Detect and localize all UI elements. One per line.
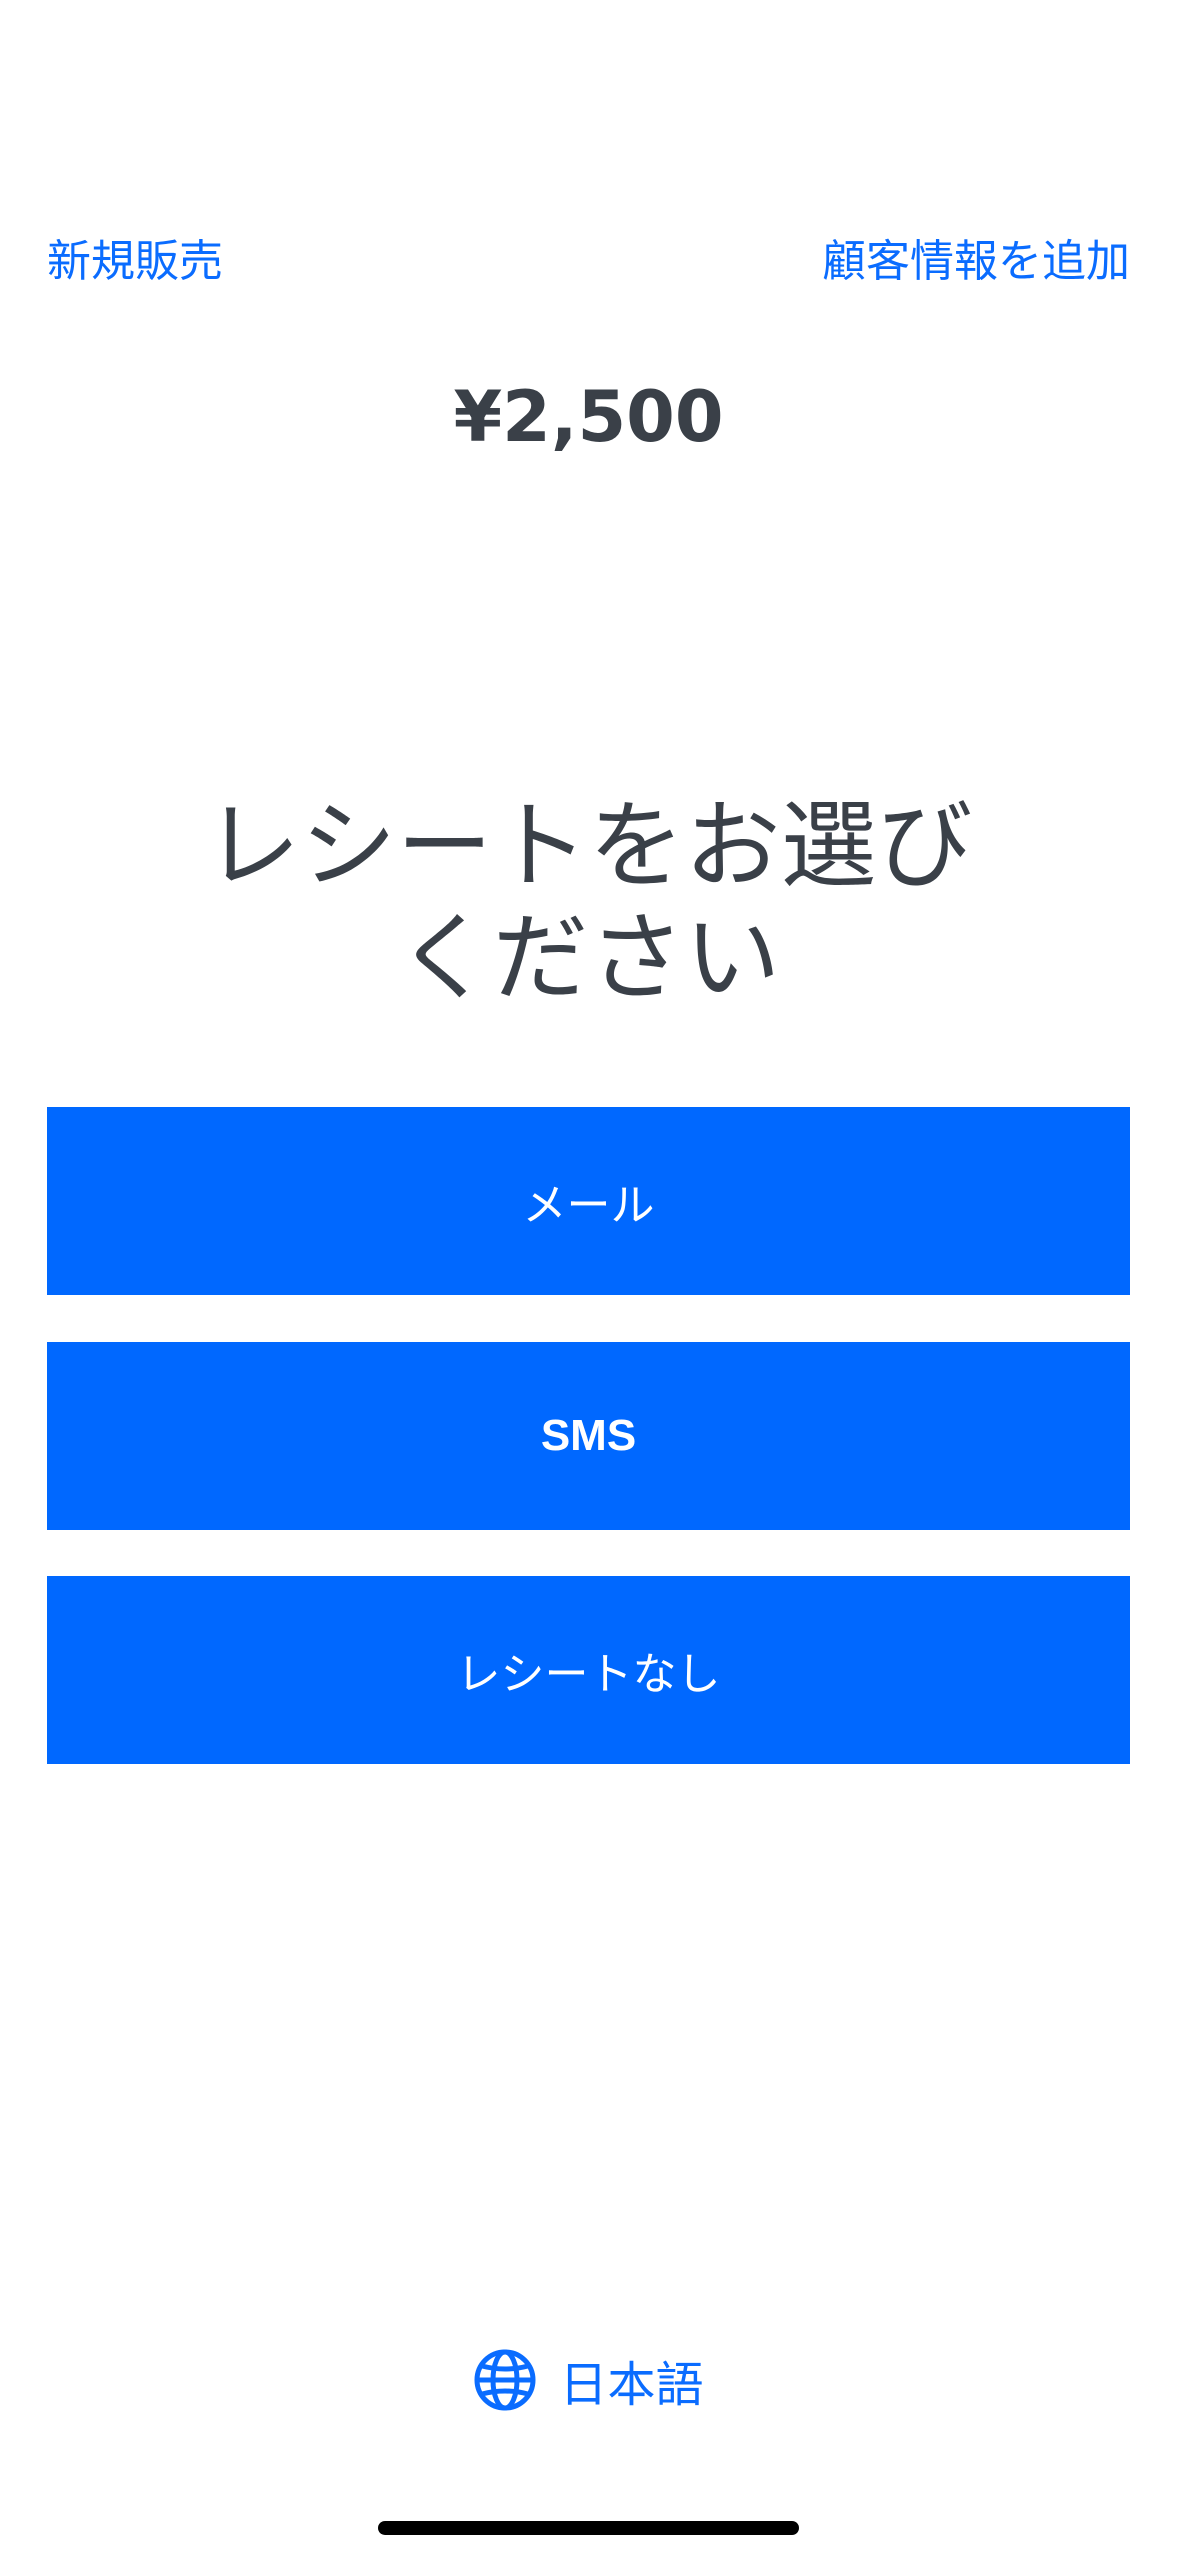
language-selector[interactable]: 日本語 [0, 2345, 1177, 2415]
new-sale-link[interactable]: 新規販売 [47, 232, 223, 292]
language-label: 日本語 [559, 2357, 704, 2413]
sms-receipt-button-label: SMS [540, 1411, 637, 1460]
page-title-line-1: レシートをお選び [204, 790, 973, 902]
email-receipt-button-label: メール [522, 1181, 655, 1230]
page-title-line-2: ください [396, 902, 781, 1014]
sms-receipt-button[interactable]: SMS [47, 1342, 1130, 1530]
home-indicator[interactable] [378, 2521, 799, 2535]
no-receipt-button-label: レシートなし [456, 1650, 721, 1699]
sale-amount: ¥2,500 [453, 376, 724, 458]
add-customer-link[interactable]: 顧客情報を追加 [822, 232, 1130, 292]
no-receipt-button[interactable]: レシートなし [47, 1576, 1130, 1764]
receipt-selection-screen: 新規販売 顧客情報を追加 ¥2,500 レシートをお選び ください メール SM… [0, 0, 1177, 2560]
page-title: レシートをお選び ください [150, 790, 1027, 1014]
email-receipt-button[interactable]: メール [47, 1107, 1130, 1295]
globe-icon [473, 2348, 537, 2412]
